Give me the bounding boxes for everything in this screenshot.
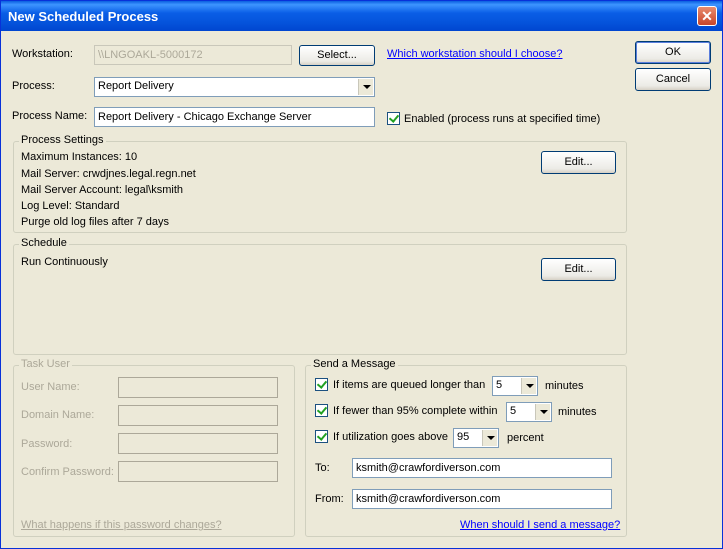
confirm-password-label: Confirm Password: [21,466,114,478]
utilization-checkbox[interactable] [315,430,328,443]
domain-name-input[interactable] [118,405,278,426]
setting-line: Mail Server Account: legal\ksmith [21,184,184,196]
window-title: New Scheduled Process [8,9,159,24]
user-name-label: User Name: [21,381,80,393]
chevron-down-icon[interactable] [358,79,373,95]
utilization-dropdown[interactable]: 95 [453,428,499,448]
queued-minutes-value: 5 [496,379,503,391]
select-workstation-button[interactable]: Select... [299,45,375,66]
setting-line: Purge old log files after 7 days [21,216,169,228]
which-workstation-link[interactable]: Which workstation should I choose? [387,48,562,60]
enabled-label: Enabled (process runs at specified time) [404,113,601,125]
to-input[interactable]: ksmith@crawfordiverson.com [352,458,612,478]
dialog-window: New Scheduled Process ✕ OK Cancel Workst… [0,0,723,549]
password-input[interactable] [118,433,278,454]
fewer-complete-checkbox[interactable] [315,404,328,417]
process-dropdown[interactable]: Report Delivery [94,77,375,97]
setting-line: Maximum Instances: 10 [21,151,138,163]
setting-line: Mail Server: crwdjnes.legal.regn.net [21,168,196,180]
fewer-unit: minutes [558,406,597,418]
schedule-value: Run Continuously [21,256,108,268]
utilization-unit: percent [507,432,544,444]
password-changes-link[interactable]: What happens if this password changes? [21,519,222,531]
queued-unit: minutes [545,380,584,392]
task-user-legend: Task User [19,358,72,370]
setting-line: Log Level: Standard [21,200,120,212]
process-name-input[interactable]: Report Delivery - Chicago Exchange Serve… [94,107,375,127]
workstation-label: Workstation: [12,48,73,60]
chevron-down-icon[interactable] [535,404,550,420]
workstation-field[interactable]: \\LNGOAKL-5000172 [94,45,292,65]
queued-label: If items are queued longer than [333,379,486,391]
chevron-down-icon[interactable] [521,378,536,394]
fewer-minutes-dropdown[interactable]: 5 [506,402,552,422]
title-bar[interactable]: New Scheduled Process ✕ [1,1,722,31]
schedule-legend: Schedule [19,237,69,249]
close-button[interactable]: ✕ [697,6,717,26]
from-input[interactable]: ksmith@crawfordiverson.com [352,489,612,509]
ok-button[interactable]: OK [635,41,711,64]
fewer-minutes-value: 5 [510,405,517,417]
from-label: From: [315,493,344,505]
queued-minutes-dropdown[interactable]: 5 [492,376,538,396]
chevron-down-icon[interactable] [482,430,497,446]
process-settings-legend: Process Settings [19,134,106,146]
fewer-complete-label: If fewer than 95% complete within [333,405,498,417]
password-label: Password: [21,438,73,450]
confirm-password-input[interactable] [118,461,278,482]
edit-settings-button[interactable]: Edit... [541,151,616,174]
domain-name-label: Domain Name: [21,409,95,421]
utilization-value: 95 [457,431,470,443]
send-message-legend: Send a Message [311,358,398,370]
edit-schedule-button[interactable]: Edit... [541,258,616,281]
cancel-button[interactable]: Cancel [635,68,711,91]
queued-checkbox[interactable] [315,378,328,391]
process-dropdown-value: Report Delivery [98,80,174,92]
process-label: Process: [12,80,55,92]
when-send-message-link[interactable]: When should I send a message? [460,519,620,531]
close-icon: ✕ [701,8,713,24]
to-label: To: [315,462,330,474]
enabled-checkbox[interactable] [387,112,400,125]
utilization-label: If utilization goes above [333,431,448,443]
process-name-label: Process Name: [12,110,88,122]
user-name-input[interactable] [118,377,278,398]
